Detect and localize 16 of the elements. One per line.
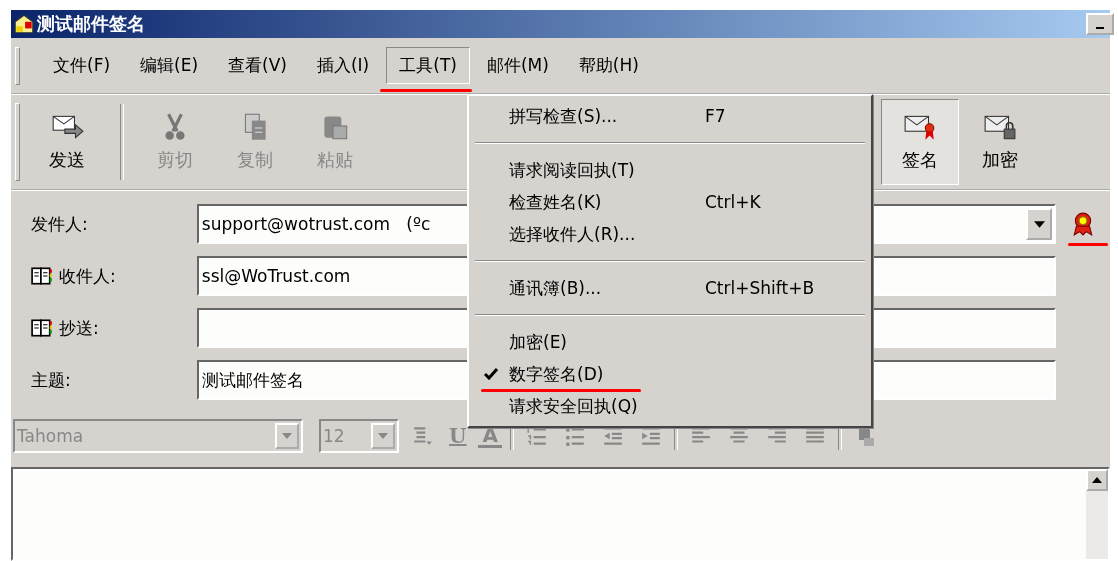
menu-item-label: 请求安全回执(Q) [509,394,639,418]
menu-item-label: 选择收件人(R)... [509,222,637,246]
shortcut-text: F7 [705,106,726,126]
menu-item-label: 拼写检查(S)... [509,104,619,128]
menu-item-label: 数字签名(D) [509,362,605,386]
field-label: 主题: [31,368,71,392]
shortcut-text: Ctrl+Shift+B [705,278,815,298]
window-title: 测试邮件签名 [37,12,145,36]
field-label: 发件人: [31,212,88,236]
menu-item-label: 通讯簿(B)... [509,276,603,300]
menu-item-label: 请求阅读回执(T) [509,158,636,182]
field-label: 收件人: [59,264,116,288]
field-label: 抄送: [59,316,99,340]
menu-item-label: 加密(E) [509,330,568,354]
menu-item-label: 检查姓名(K) [509,190,603,214]
shortcut-text: Ctrl+K [705,192,761,212]
